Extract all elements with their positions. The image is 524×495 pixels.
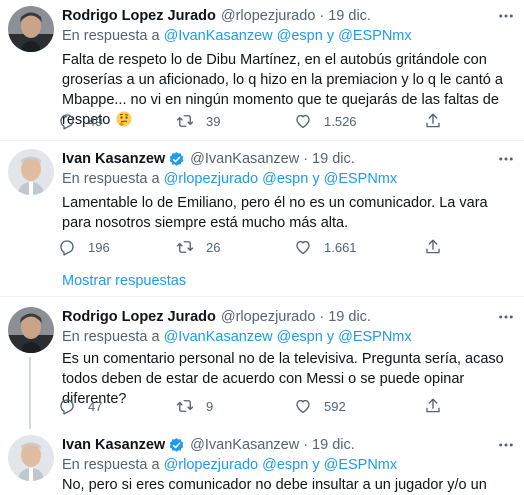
reply-mentions[interactable]: @rlopezjurado @espn y @ESPNmx (164, 457, 398, 473)
reply-prefix: En respuesta a (62, 457, 160, 473)
tweet-actions: 196 26 1.661 (58, 236, 448, 258)
tweet-actions: 49 39 1.526 (58, 110, 448, 132)
retweet-button[interactable]: 9 (176, 395, 213, 417)
reply-count: 47 (88, 398, 103, 414)
author-name[interactable]: Ivan Kasanzew (62, 151, 165, 167)
heart-icon (296, 240, 310, 255)
tweet[interactable]: Ivan Kasanzew @IvanKasanzew · 19 dic. En… (0, 429, 524, 495)
like-button[interactable]: 1.661 (294, 236, 357, 258)
heart-icon (296, 399, 310, 414)
tweet[interactable]: Rodrigo Lopez Jurado @rlopezjurado · 19 … (0, 0, 524, 140)
tweet-date[interactable]: 19 dic. (312, 437, 355, 453)
reply-mentions[interactable]: @IvanKasanzew @espn y @ESPNmx (164, 28, 412, 44)
verified-badge-icon (168, 437, 185, 454)
tweet-date[interactable]: 19 dic. (312, 151, 355, 167)
like-count: 1.661 (324, 239, 357, 255)
separator-dot: · (319, 309, 325, 325)
tweet-header: Rodrigo Lopez Jurado @rlopezjurado · 19 … (62, 6, 371, 26)
reply-count: 49 (88, 113, 103, 129)
tweet-actions: 47 9 592 (58, 395, 448, 417)
author-handle[interactable]: @rlopezjurado (221, 309, 316, 325)
reply-context: En respuesta a @rlopezjurado @espn y @ES… (62, 457, 397, 473)
tweet[interactable]: Rodrigo Lopez Jurado @rlopezjurado · 19 … (0, 297, 524, 429)
tweet-date[interactable]: 19 dic. (328, 309, 371, 325)
avatar[interactable] (8, 149, 54, 195)
retweet-count: 9 (206, 398, 214, 414)
reply-context: En respuesta a @IvanKasanzew @espn y @ES… (62, 28, 412, 44)
share-icon (426, 113, 440, 128)
reply-prefix: En respuesta a (62, 28, 160, 44)
verified-badge-icon (168, 151, 185, 168)
reply-context: En respuesta a @rlopezjurado @espn y @ES… (62, 171, 397, 187)
author-handle[interactable]: @rlopezjurado (221, 8, 316, 24)
tweet-text-body: Lamentable lo de Emiliano, pero él no es… (62, 195, 488, 231)
tweet-header: Ivan Kasanzew @IvanKasanzew · 19 dic. (62, 149, 355, 169)
like-count: 1.526 (324, 113, 357, 129)
share-button[interactable] (424, 110, 442, 132)
author-name[interactable]: Rodrigo Lopez Jurado (62, 8, 216, 24)
heart-icon (296, 114, 310, 129)
author-name[interactable]: Ivan Kasanzew (62, 437, 165, 453)
tweet[interactable]: Ivan Kasanzew @IvanKasanzew · 19 dic. En… (0, 141, 524, 269)
retweet-count: 39 (206, 113, 221, 129)
avatar[interactable] (8, 6, 54, 52)
tweet-header: Ivan Kasanzew @IvanKasanzew · 19 dic. (62, 435, 355, 455)
thread-connector (29, 357, 31, 429)
share-icon (426, 398, 440, 413)
share-button[interactable] (424, 395, 442, 417)
author-handle[interactable]: @IvanKasanzew (190, 151, 299, 167)
avatar[interactable] (8, 307, 54, 353)
more-options-icon[interactable] (496, 435, 516, 455)
reply-mentions[interactable]: @IvanKasanzew @espn y @ESPNmx (164, 329, 412, 345)
reply-prefix: En respuesta a (62, 171, 160, 187)
share-button[interactable] (424, 236, 442, 258)
retweet-icon (176, 115, 194, 127)
reply-icon (60, 114, 74, 130)
reply-button[interactable]: 47 (58, 395, 102, 417)
reply-button[interactable]: 196 (58, 236, 110, 258)
reply-icon (60, 240, 74, 256)
reply-icon (60, 399, 74, 415)
author-name[interactable]: Rodrigo Lopez Jurado (62, 309, 216, 325)
author-handle[interactable]: @IvanKasanzew (190, 437, 299, 453)
separator-dot: · (303, 437, 309, 453)
reply-button[interactable]: 49 (58, 110, 102, 132)
tweet-text: No, pero si eres comunicador no debe ins… (62, 475, 517, 495)
more-options-icon[interactable] (496, 149, 516, 169)
reply-mentions[interactable]: @rlopezjurado @espn y @ESPNmx (164, 171, 398, 187)
separator-dot: · (319, 8, 325, 24)
retweet-button[interactable]: 39 (176, 110, 220, 132)
show-replies-link[interactable]: Mostrar respuestas (62, 273, 186, 289)
retweet-button[interactable]: 26 (176, 236, 220, 258)
retweet-icon (176, 400, 194, 412)
reply-context: En respuesta a @IvanKasanzew @espn y @ES… (62, 329, 412, 345)
separator-dot: · (303, 151, 309, 167)
like-count: 592 (324, 398, 346, 414)
retweet-count: 26 (206, 239, 221, 255)
tweet-header: Rodrigo Lopez Jurado @rlopezjurado · 19 … (62, 307, 371, 327)
like-button[interactable]: 1.526 (294, 110, 357, 132)
tweet-text-body: No, pero si eres comunicador no debe ins… (62, 477, 487, 493)
tweet-date[interactable]: 19 dic. (328, 8, 371, 24)
more-options-icon[interactable] (496, 307, 516, 327)
more-options-icon[interactable] (496, 6, 516, 26)
retweet-icon (176, 241, 194, 253)
reply-count: 196 (88, 239, 110, 255)
reply-prefix: En respuesta a (62, 329, 160, 345)
tweet-text: Lamentable lo de Emiliano, pero él no es… (62, 193, 517, 233)
share-icon (426, 239, 440, 254)
like-button[interactable]: 592 (294, 395, 346, 417)
avatar[interactable] (8, 435, 54, 481)
